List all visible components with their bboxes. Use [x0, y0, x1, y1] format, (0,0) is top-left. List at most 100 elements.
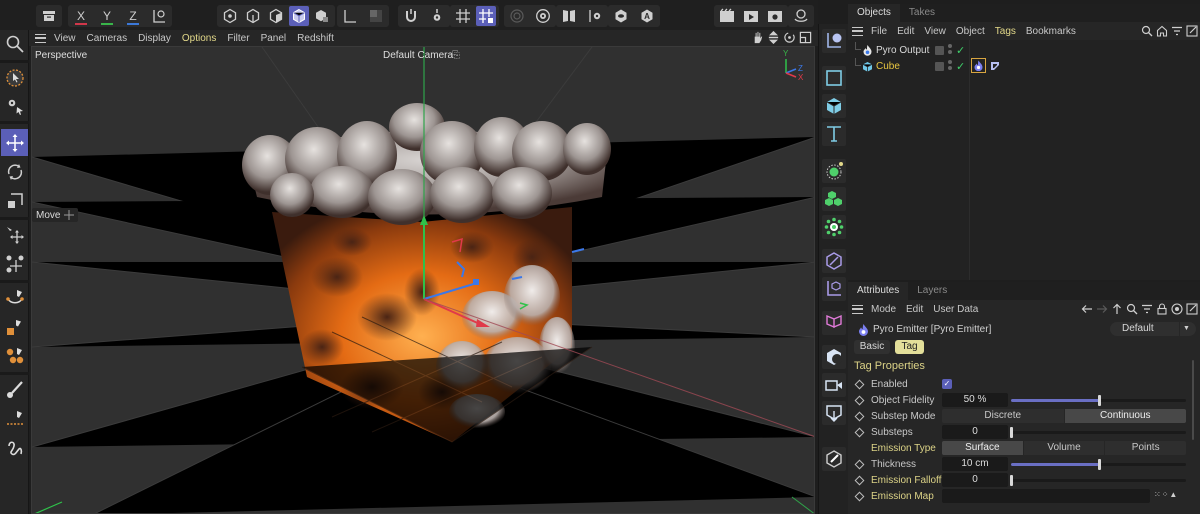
subtab-tag[interactable]: Tag: [895, 340, 924, 354]
emission-type-points[interactable]: Points: [1105, 441, 1186, 455]
object-name[interactable]: Pyro Output: [876, 45, 929, 56]
keyframe-icon[interactable]: [854, 491, 865, 501]
search-icon[interactable]: [1126, 303, 1138, 315]
emission-type-volume[interactable]: Volume: [1024, 441, 1106, 455]
map-options-icon[interactable]: ⁙⁘▲: [1154, 490, 1178, 499]
render-view-icon[interactable]: [717, 6, 737, 26]
keyframe-icon[interactable]: [854, 475, 865, 485]
deformer-icon[interactable]: [822, 249, 846, 273]
snap-icon[interactable]: [401, 6, 421, 26]
substep-mode-continuous[interactable]: Continuous: [1064, 409, 1186, 423]
light-icon[interactable]: [822, 401, 846, 425]
model-mode-icon[interactable]: [289, 6, 309, 26]
spline-square-icon[interactable]: [1, 313, 28, 340]
knife-line-icon[interactable]: [1, 405, 28, 432]
objects-menu-file[interactable]: File: [871, 26, 887, 37]
filter-icon[interactable]: [1171, 25, 1183, 37]
live-selection-icon[interactable]: [1, 64, 28, 91]
workplane-icon[interactable]: [453, 6, 473, 26]
keyframe-icon[interactable]: [854, 411, 865, 421]
locked-workplane-icon[interactable]: [476, 6, 496, 26]
object-name[interactable]: Cube: [876, 61, 900, 72]
tab-takes[interactable]: Takes: [900, 4, 944, 22]
subtab-basic[interactable]: Basic: [854, 340, 890, 354]
polygons-mode-icon[interactable]: [266, 6, 286, 26]
keyframe-icon[interactable]: [854, 379, 865, 389]
rectangle-icon[interactable]: [822, 66, 846, 90]
slider-knob[interactable]: [1010, 475, 1013, 486]
thickness-slider[interactable]: [1011, 459, 1186, 470]
cube-icon[interactable]: [822, 94, 846, 118]
slider-knob[interactable]: [1010, 427, 1013, 438]
enabled-check-icon[interactable]: ✓: [956, 60, 965, 73]
sketch-icon[interactable]: [1, 434, 28, 461]
preset-dropdown[interactable]: Default ▼: [1110, 322, 1196, 336]
view-icon[interactable]: [611, 6, 631, 26]
scale-icon[interactable]: [1, 187, 28, 214]
slider-knob[interactable]: [1097, 459, 1101, 470]
emission-map-field[interactable]: [942, 489, 1150, 503]
object-row-cube[interactable]: Cube ✓: [848, 58, 1200, 74]
coordinate-object-icon[interactable]: [822, 29, 846, 53]
up-arrow-icon[interactable]: [1111, 303, 1123, 315]
move-icon[interactable]: [1, 129, 28, 156]
cloner-icon[interactable]: [822, 159, 846, 183]
generator-icon[interactable]: [822, 215, 846, 239]
attributes-menu-mode[interactable]: Mode: [871, 304, 896, 315]
enabled-check-icon[interactable]: ✓: [956, 44, 965, 57]
search-icon[interactable]: [1141, 25, 1153, 37]
snap-settings-icon[interactable]: [427, 6, 447, 26]
points-mode-icon[interactable]: [220, 6, 240, 26]
object-fidelity-field[interactable]: 50 %: [942, 393, 1008, 407]
camera-name-label[interactable]: Default Camera: [383, 50, 453, 61]
emission-falloff-slider[interactable]: [1010, 475, 1186, 486]
filter-icon[interactable]: [1141, 303, 1153, 315]
mograph-icon[interactable]: [822, 311, 846, 335]
objects-menu-edit[interactable]: Edit: [897, 26, 914, 37]
new-window-icon[interactable]: [1186, 25, 1198, 37]
forward-arrow-icon[interactable]: [1096, 303, 1108, 315]
objects-menu-tags[interactable]: Tags: [995, 26, 1016, 37]
orbit-icon[interactable]: [783, 31, 796, 44]
viewport-menu-options[interactable]: Options: [182, 33, 216, 44]
viewport-menu-panel[interactable]: Panel: [261, 33, 287, 44]
spline-arc-icon[interactable]: [1, 284, 28, 311]
rotate-icon[interactable]: [1, 158, 28, 185]
new-window-icon[interactable]: [1186, 303, 1198, 315]
layer-icon[interactable]: [935, 45, 944, 55]
attributes-menu-edit[interactable]: Edit: [906, 304, 923, 315]
selection-settings-icon[interactable]: [1, 92, 28, 119]
axis-mode-icon[interactable]: [340, 6, 360, 26]
voronoi-icon[interactable]: [822, 187, 846, 211]
lock-z-axis-button[interactable]: Z: [123, 6, 143, 26]
objects-menu-view[interactable]: View: [924, 26, 946, 37]
visibility-dots-icon[interactable]: [948, 44, 952, 48]
coordinate-system-icon[interactable]: [149, 6, 169, 26]
lock-x-axis-button[interactable]: X: [71, 6, 91, 26]
objects-menu-bookmarks[interactable]: Bookmarks: [1026, 26, 1076, 37]
spline-points-icon[interactable]: [1, 342, 28, 369]
3d-viewport[interactable]: Perspective Default Camera ⎘ Y Z X Move: [31, 46, 815, 514]
back-arrow-icon[interactable]: [1081, 303, 1093, 315]
keyframe-icon[interactable]: [854, 395, 865, 405]
tab-objects[interactable]: Objects: [848, 4, 900, 22]
substeps-field[interactable]: 0: [942, 425, 1008, 439]
move-child-icon[interactable]: [1, 221, 28, 248]
attributes-menu-icon[interactable]: [852, 304, 863, 314]
emission-falloff-field[interactable]: 0: [942, 473, 1008, 487]
keyframe-icon[interactable]: [854, 459, 865, 469]
objects-menu-icon[interactable]: [852, 26, 863, 36]
undo-icon[interactable]: [39, 6, 59, 26]
viewport-menu-filter[interactable]: Filter: [227, 33, 249, 44]
pan-icon[interactable]: [751, 31, 764, 44]
lock-icon[interactable]: [1156, 303, 1168, 315]
object-fidelity-slider[interactable]: [1011, 395, 1186, 406]
home-icon[interactable]: [1156, 25, 1168, 37]
substep-mode-discrete[interactable]: Discrete: [942, 409, 1065, 423]
simulation-settings-icon[interactable]: [533, 6, 553, 26]
attributes-menu-user-data[interactable]: User Data: [933, 304, 978, 315]
tab-attributes[interactable]: Attributes: [848, 282, 909, 300]
thickness-field[interactable]: 10 cm: [942, 457, 1008, 471]
viewport-menu-display[interactable]: Display: [138, 33, 171, 44]
viewport-menu-view[interactable]: View: [54, 33, 76, 44]
